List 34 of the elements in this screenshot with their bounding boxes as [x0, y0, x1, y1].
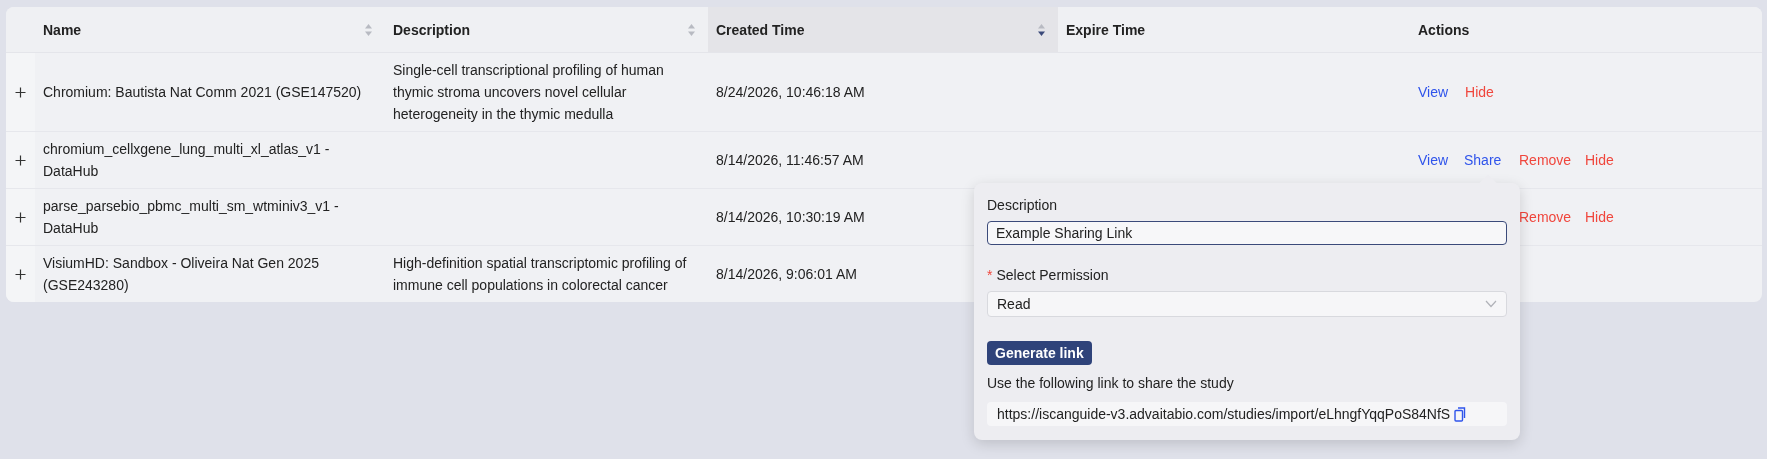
expand-icon[interactable] [14, 85, 27, 99]
link-hint: Use the following link to share the study [987, 375, 1235, 391]
expand-icon[interactable] [14, 267, 27, 281]
generate-link-button[interactable]: Generate link [987, 341, 1092, 365]
study-name: parse_parsebio_pbmc_multi_sm_wtminiv3_v1 - DataHub [43, 197, 340, 238]
action-link[interactable]: View [1418, 81, 1449, 103]
expand-icon[interactable] [14, 210, 27, 224]
action-link[interactable]: View [1418, 149, 1447, 171]
created-time: 8/14/2026, 10:30:19 AM [716, 208, 865, 227]
sort-icon [687, 22, 696, 37]
sort-icon [364, 22, 373, 37]
action-link[interactable]: Hide [1585, 149, 1614, 171]
action-link[interactable]: Hide [1465, 81, 1494, 103]
copy-icon[interactable] [1454, 406, 1467, 422]
chevron-down-icon [1485, 300, 1497, 308]
study-description: High-definition spatial transcriptomic profiling of immune cell populations in colorectal cancer [393, 254, 688, 295]
expand-icon[interactable] [14, 153, 27, 167]
field-label: Description [987, 197, 1059, 213]
permission-select[interactable]: Read [987, 291, 1507, 317]
description-field[interactable]: Example Sharing Link [987, 221, 1507, 245]
study-name: Chromium: Bautista Nat Comm 2021 (GSE147520) [43, 83, 362, 102]
created-time: 8/14/2026, 11:46:57 AM [716, 151, 864, 170]
study-description: Single-cell transcriptional profiling of human thymic stroma uncovers novel cellular heterogeneity in the thymic medulla [393, 61, 665, 124]
sort-icon [1037, 22, 1046, 37]
created-time: 8/14/2026, 9:06:01 AM [716, 265, 857, 284]
action-link[interactable]: Share [1464, 149, 1502, 171]
study-name: chromium_cellxgene_lung_multi_xl_atlas_v1 - DataHub [43, 140, 331, 181]
action-link[interactable]: Hide [1585, 206, 1614, 228]
column-header: Actions [1400, 7, 1762, 53]
column-header[interactable]: Created Time [708, 7, 1058, 53]
created-time: 8/24/2026, 10:46:18 AM [716, 83, 865, 102]
field-label: Select Permission [996, 267, 1109, 283]
study-name: VisiumHD: Sandbox - Oliveira Nat Gen 2025 (GSE243280) [43, 254, 320, 295]
required-mark: * [987, 267, 993, 283]
